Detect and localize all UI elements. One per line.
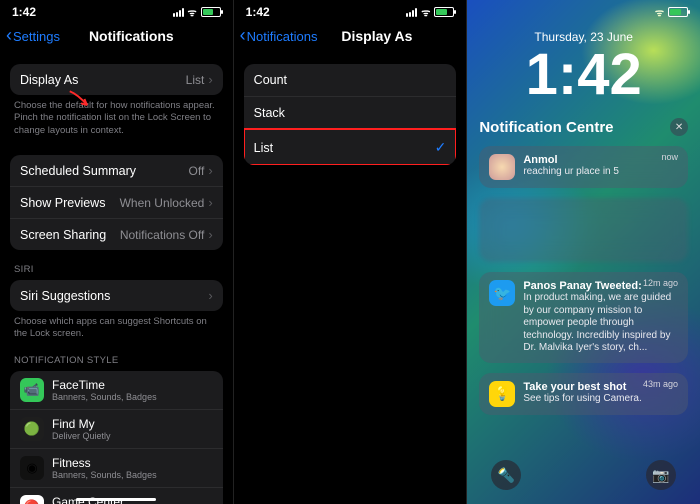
close-notification-centre-button[interactable]: ✕ — [670, 118, 688, 136]
screen-notifications-settings: 1:42 ᯤ ‹ Settings Notifications Display … — [0, 0, 234, 504]
status-bar: 1:42 ᯤ — [234, 0, 467, 22]
screen-sharing-row[interactable]: Screen Sharing Notifications Off › — [10, 218, 223, 250]
chevron-right-icon: › — [208, 163, 212, 178]
status-time: 1:42 — [12, 5, 36, 19]
row-value: Notifications Off — [120, 228, 204, 242]
notification-title: Anmol — [523, 154, 678, 166]
chevron-right-icon: › — [208, 227, 212, 242]
app-name: FaceTime — [52, 378, 157, 392]
notification-centre-title: Notification Centre — [479, 119, 613, 136]
battery-icon — [434, 7, 454, 17]
notification-body: reaching ur place in 5 — [523, 166, 678, 179]
signal-icon — [406, 8, 417, 17]
page-title: Display As — [305, 28, 448, 44]
option-label: Stack — [254, 106, 285, 120]
app-sub: Banners, Sounds, Badges — [52, 392, 157, 402]
app-row-findmy[interactable]: 🟢 Find MyDeliver Quietly — [10, 409, 223, 448]
status-bar: ᯤ — [467, 0, 700, 22]
app-row-fitness[interactable]: ◉ FitnessBanners, Sounds, Badges — [10, 448, 223, 487]
nav-bar: ‹ Notifications Display As — [234, 22, 467, 50]
notification-twitter[interactable]: 🐦 Panos Panay Tweeted: In product making… — [479, 272, 688, 363]
scheduled-summary-row[interactable]: Scheduled Summary Off› — [10, 155, 223, 186]
wifi-icon: ᯤ — [655, 5, 664, 19]
show-previews-row[interactable]: Show Previews When Unlocked› — [10, 186, 223, 218]
notification-time: 43m ago — [643, 379, 678, 389]
notification-anmol[interactable]: Anmol reaching ur place in 5 now — [479, 146, 688, 188]
wifi-icon: ᯤ — [188, 5, 197, 19]
camera-button[interactable]: 📷 — [646, 460, 676, 490]
findmy-icon: 🟢 — [20, 417, 44, 441]
footer-text: Choose which apps can suggest Shortcuts … — [0, 311, 233, 341]
close-icon: ✕ — [675, 122, 683, 133]
gamecenter-icon: 🔴 — [20, 495, 44, 504]
chevron-right-icon: › — [208, 72, 212, 87]
notification-body: See tips for using Camera. — [523, 393, 678, 406]
chevron-right-icon: › — [208, 195, 212, 210]
row-label: Display As — [20, 73, 78, 87]
avatar-icon — [489, 154, 515, 180]
flashlight-icon: 🔦 — [498, 467, 515, 484]
camera-icon: 📷 — [652, 467, 669, 484]
home-indicator[interactable] — [76, 498, 156, 501]
notification-time: now — [662, 152, 679, 162]
notification-time: 12m ago — [643, 278, 678, 288]
row-label: Screen Sharing — [20, 228, 106, 242]
app-name: Find My — [52, 417, 111, 431]
status-bar: 1:42 ᯤ — [0, 0, 233, 22]
app-name: Fitness — [52, 456, 157, 470]
annotation-arrow — [68, 88, 94, 110]
chevron-left-icon: ‹ — [240, 26, 246, 44]
row-label: Scheduled Summary — [20, 164, 136, 178]
app-sub: Banners, Sounds, Badges — [52, 470, 157, 480]
option-list[interactable]: List ✓ — [244, 129, 457, 165]
twitter-icon: 🐦 — [489, 280, 515, 306]
section-header-siri: SIRI — [0, 250, 233, 280]
chevron-left-icon: ‹ — [6, 26, 12, 44]
option-stack[interactable]: Stack — [244, 96, 457, 129]
battery-icon — [201, 7, 221, 17]
display-as-row[interactable]: Display As List› — [10, 64, 223, 95]
option-label: Count — [254, 73, 287, 87]
page-title: Notifications — [48, 28, 215, 44]
nav-bar: ‹ Settings Notifications — [0, 22, 233, 50]
notification-tips[interactable]: 💡 Take your best shot See tips for using… — [479, 373, 688, 415]
signal-icon — [173, 8, 184, 17]
checkmark-icon: ✓ — [435, 139, 447, 156]
facetime-icon: 📹 — [20, 378, 44, 402]
footer-text: Choose the default for how notifications… — [0, 95, 233, 137]
fitness-icon: ◉ — [20, 456, 44, 480]
option-label: List — [254, 141, 273, 155]
row-value: When Unlocked — [120, 196, 205, 210]
status-time: 1:42 — [246, 5, 270, 19]
battery-icon — [668, 7, 688, 17]
option-count[interactable]: Count — [244, 64, 457, 96]
siri-suggestions-row[interactable]: Siri Suggestions › — [10, 280, 223, 311]
wifi-icon: ᯤ — [421, 5, 430, 19]
row-label: Siri Suggestions — [20, 289, 110, 303]
app-row-gamecenter[interactable]: 🔴 Game CenterBanners, Sounds, Badges — [10, 487, 223, 504]
row-value: Off — [189, 164, 205, 178]
screen-display-as: 1:42 ᯤ ‹ Notifications Display As Count … — [234, 0, 468, 504]
screen-notification-centre: ᯤ Thursday, 23 June 1:42 Notification Ce… — [467, 0, 700, 504]
app-row-facetime[interactable]: 📹 FaceTimeBanners, Sounds, Badges — [10, 371, 223, 409]
chevron-right-icon: › — [208, 288, 212, 303]
row-value: List — [186, 73, 205, 87]
notification-body: In product making, we are guided by our … — [523, 292, 678, 355]
section-header-notification-style: NOTIFICATION STYLE — [0, 341, 233, 371]
notification-placeholder[interactable] — [479, 198, 688, 262]
tips-icon: 💡 — [489, 381, 515, 407]
app-sub: Deliver Quietly — [52, 431, 111, 441]
flashlight-button[interactable]: 🔦 — [491, 460, 521, 490]
row-label: Show Previews — [20, 196, 105, 210]
lockscreen-time: 1:42 — [467, 46, 700, 104]
